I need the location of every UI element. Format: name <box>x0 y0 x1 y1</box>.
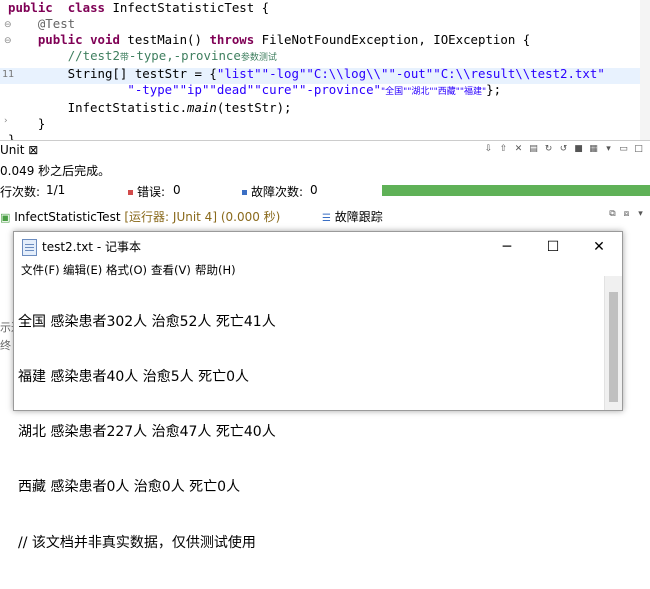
background-text-fragment: 终 <box>0 339 11 352</box>
errors-value: 0 <box>173 183 181 197</box>
text-line: 西藏 感染患者0人 治愈0人 死亡0人 <box>18 479 241 496</box>
errors-counter: 错误: <box>128 183 165 200</box>
scrollbar-thumb[interactable] <box>609 292 618 402</box>
junit-toolbar: ⇩ ⇧ ✕ ▤ ↻ ↺ ■ ▦ ▾ ▭ □ <box>483 144 644 155</box>
failure-trace-header: ☰ 故障跟踪 <box>322 208 383 225</box>
editor-scrollbar[interactable] <box>640 0 650 140</box>
test-result-row[interactable]: ▣ InfectStatisticTest [运行器: JUnit 4] (0.… <box>0 208 280 225</box>
code-line: public void testMain() throws FileNotFou… <box>37 32 531 47</box>
rerun-icon[interactable]: ↻ <box>543 144 554 155</box>
runs-label: 行次数: <box>0 185 41 199</box>
code-line: String[] testStr = {"list""-log""C:\\log… <box>8 66 605 81</box>
junit-results-header: ▣ InfectStatisticTest [运行器: JUnit 4] (0.… <box>0 206 650 228</box>
failure-trace-icon: ☰ <box>322 213 331 224</box>
junit-status: 0.049 秒之后完成。 <box>0 164 111 178</box>
notepad-titlebar[interactable]: test2.txt - 记事本 ─ ☐ ✕ <box>14 232 622 262</box>
code-line: InfectStatistic.main(testStr); <box>8 100 292 115</box>
maximize-view-icon[interactable]: □ <box>633 144 644 155</box>
notepad-window: test2.txt - 记事本 ─ ☐ ✕ 文件(F) 编辑(E) 格式(O) … <box>13 231 623 551</box>
view-menu-icon[interactable]: ▾ <box>603 144 614 155</box>
code-line: "-type""ip""dead""cure""-province""全国""湖… <box>127 82 502 97</box>
trace-toolbar: ⧉ ⧈ ▾ <box>607 209 646 220</box>
stop-icon[interactable]: ■ <box>573 144 584 155</box>
text-line: 湖北 感染患者227人 治愈47人 死亡40人 <box>18 424 276 441</box>
maximize-button[interactable]: ☐ <box>530 232 576 262</box>
text-line: // 该文档并非真实数据，仅供测试使用 <box>18 534 256 551</box>
notepad-title: test2.txt - 记事本 <box>42 240 141 254</box>
history-icon[interactable]: ▦ <box>588 144 599 155</box>
code-line: } <box>8 116 46 131</box>
test-class-name: InfectStatisticTest <box>14 210 121 224</box>
code-line: public class InfectStatisticTest { <box>8 0 270 15</box>
failure-trace-label: 故障跟踪 <box>334 210 383 224</box>
minimize-button[interactable]: ─ <box>484 232 530 262</box>
close-button[interactable]: ✕ <box>576 232 622 262</box>
failures-value: 0 <box>310 183 318 197</box>
test-runner: [运行器: JUnit 4] <box>124 210 217 224</box>
failure-icon <box>242 190 247 195</box>
rerun-failed-icon[interactable]: ↺ <box>558 144 569 155</box>
error-icon <box>128 190 133 195</box>
code-line: @Test <box>37 16 76 31</box>
failures-counter: 故障次数: <box>242 183 303 200</box>
notepad-text-area[interactable]: 全国 感染患者302人 治愈52人 死亡41人 福建 感染患者40人 治愈5人 … <box>18 276 276 589</box>
compare-icon[interactable]: ⧈ <box>621 209 632 220</box>
show-failures-icon[interactable]: ✕ <box>513 144 524 155</box>
next-failure-icon[interactable]: ⇩ <box>483 144 494 155</box>
test-time: (0.000 秒) <box>220 210 281 224</box>
prev-failure-icon[interactable]: ⇧ <box>498 144 509 155</box>
source-code[interactable]: public class InfectStatisticTest { @Test… <box>8 0 605 148</box>
text-line: 福建 感染患者40人 治愈5人 死亡0人 <box>18 369 249 386</box>
minimize-view-icon[interactable]: ▭ <box>618 144 629 155</box>
test-pass-icon: ▣ <box>0 211 11 224</box>
notepad-icon <box>22 239 37 256</box>
junit-tab-title[interactable]: Unit ⊠ <box>0 143 38 157</box>
junit-tab[interactable]: Unit ⊠ ⇩ ⇧ ✕ ▤ ↻ ↺ ■ ▦ ▾ ▭ □ <box>0 141 650 160</box>
runs-value: 1/1 <box>46 183 66 197</box>
scroll-lock-icon[interactable]: ▤ <box>528 144 539 155</box>
notepad-scrollbar[interactable] <box>604 276 622 410</box>
filter-trace-icon[interactable]: ⧉ <box>607 209 618 220</box>
code-editor[interactable]: ⊖ ⊖ 11 › public class InfectStatisticTes… <box>0 0 650 147</box>
code-line: //test2带-type,-province参数测试 <box>67 48 277 63</box>
test-progress-bar <box>382 185 650 196</box>
text-line: 全国 感染患者302人 治愈52人 死亡41人 <box>18 313 276 330</box>
trace-menu-icon[interactable]: ▾ <box>635 209 646 220</box>
